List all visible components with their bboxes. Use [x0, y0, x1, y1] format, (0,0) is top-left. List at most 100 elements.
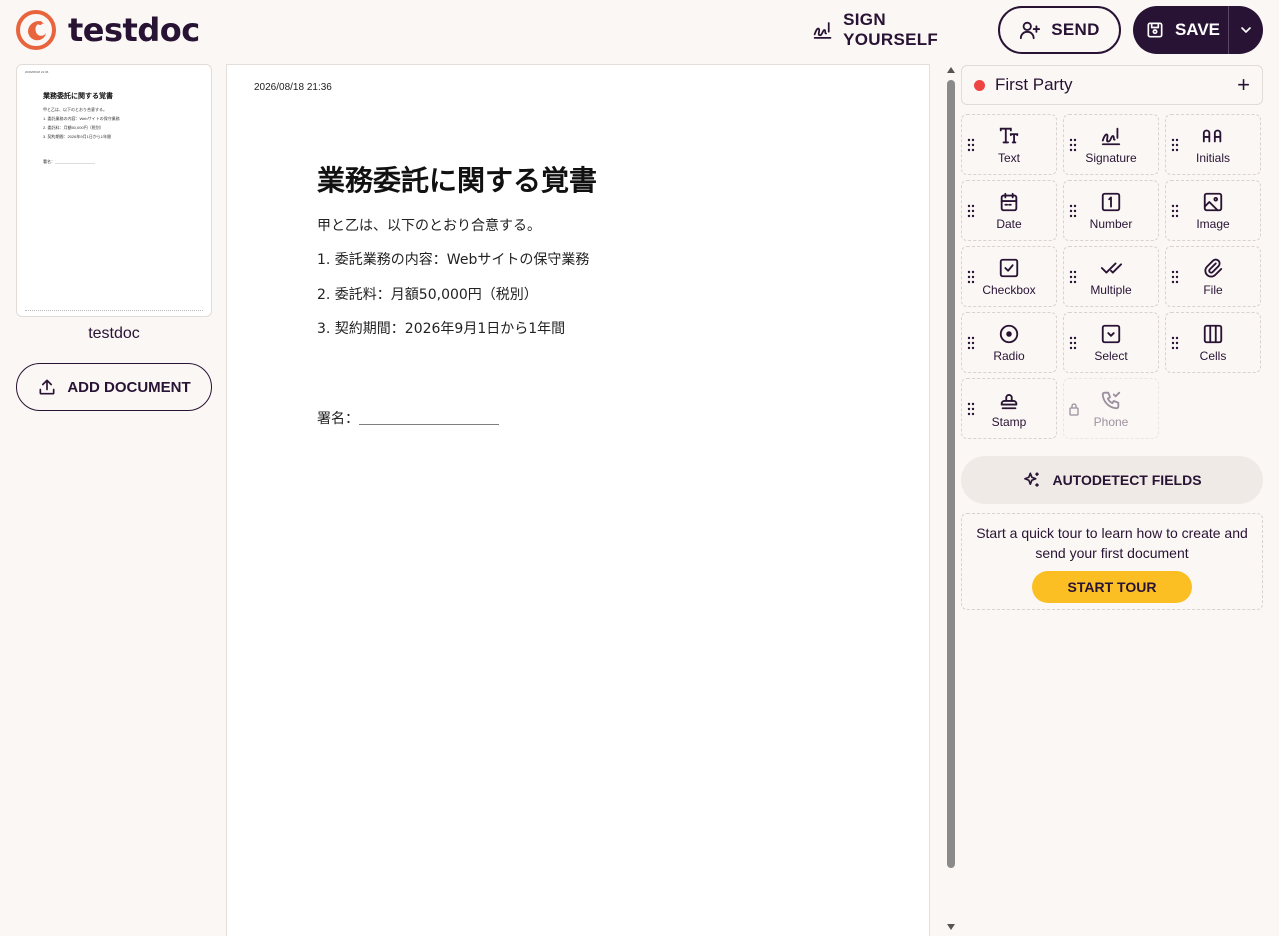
lock-icon: [1069, 402, 1079, 416]
scrollbar-thumb[interactable]: [947, 80, 955, 868]
add-party-icon[interactable]: +: [1237, 74, 1250, 96]
field-palette: Text Signature Initials Date Number Imag…: [961, 114, 1263, 439]
drag-handle-icon[interactable]: [967, 270, 975, 284]
field-number[interactable]: Number: [1063, 180, 1159, 241]
image-icon: [1203, 192, 1223, 211]
save-button[interactable]: SAVE: [1133, 6, 1229, 54]
sparkles-icon: [1024, 472, 1040, 487]
save-label: SAVE: [1174, 20, 1221, 39]
drag-handle-icon[interactable]: [967, 204, 975, 218]
send-label: SEND: [1051, 20, 1100, 39]
field-checkbox[interactable]: Checkbox: [961, 246, 1057, 307]
signature-icon: [813, 22, 832, 39]
calendar-icon: [1000, 192, 1018, 211]
drag-handle-icon[interactable]: [1171, 336, 1179, 350]
document-line: 甲と乙は、以下のとおり合意する。: [317, 218, 541, 234]
multiple-check-icon: [1100, 262, 1122, 273]
drag-handle-icon[interactable]: [1171, 270, 1179, 284]
app-name: testdoc: [68, 11, 200, 49]
text-icon: [999, 127, 1019, 143]
party-color-dot: [974, 79, 985, 91]
thumbnail-line: 1. 委託業務の内容：Webサイトの保守業務: [43, 116, 120, 121]
field-label: Cells: [1199, 348, 1227, 363]
document-scrollbar[interactable]: [944, 64, 958, 936]
signature-line: 署名：＿＿＿＿＿＿＿＿＿＿: [317, 411, 499, 427]
save-options-dropdown[interactable]: [1229, 6, 1263, 54]
document-line: 3. 契約期間：2026年9月1日から1年間: [317, 321, 566, 337]
field-date[interactable]: Date: [961, 180, 1057, 241]
party-name: First Party: [995, 75, 1073, 94]
drag-handle-icon[interactable]: [1171, 138, 1179, 152]
checkbox-icon: [999, 258, 1019, 277]
drag-handle-icon[interactable]: [967, 402, 975, 416]
field-label: Number: [1089, 216, 1133, 231]
field-label: Image: [1196, 216, 1230, 231]
chevron-down-icon: [1241, 27, 1251, 34]
party-selector[interactable]: First Party +: [961, 65, 1263, 105]
field-label: Date: [996, 216, 1022, 231]
tour-description: Start a quick tour to learn how to creat…: [976, 525, 1248, 561]
select-icon: [1101, 324, 1121, 343]
thumbnail-line: 甲と乙は、以下のとおり合意する。: [43, 107, 107, 112]
field-multiple[interactable]: Multiple: [1063, 246, 1159, 307]
drag-handle-icon[interactable]: [967, 336, 975, 350]
drag-handle-icon[interactable]: [967, 138, 975, 152]
field-label: Signature: [1085, 150, 1137, 165]
add-document-label: ADD DOCUMENT: [67, 378, 191, 396]
field-label: Checkbox: [982, 282, 1036, 297]
document-title: 業務委託に関する覚書: [317, 164, 598, 197]
document-line: 2. 委託料：月額50,000円（税別）: [317, 287, 538, 303]
autodetect-fields-button[interactable]: AUTODETECT FIELDS: [961, 456, 1263, 504]
drag-handle-icon[interactable]: [1069, 204, 1077, 218]
field-label: Text: [997, 150, 1020, 165]
document-name: testdoc: [88, 325, 140, 342]
field-cells[interactable]: Cells: [1165, 312, 1261, 373]
document-thumbnail[interactable]: 2026/08/18 21:36 業務委託に関する覚書 甲と乙は、以下のとおり合…: [16, 64, 212, 317]
start-tour-button[interactable]: START TOUR: [1032, 571, 1192, 603]
drag-handle-icon[interactable]: [1069, 138, 1077, 152]
field-phone: Phone: [1063, 378, 1159, 439]
field-label: Initials: [1195, 150, 1230, 165]
sign-yourself-label: SIGN YOURSELF: [843, 10, 939, 49]
upload-icon: [39, 379, 55, 395]
add-document-button[interactable]: ADD DOCUMENT: [16, 363, 212, 411]
initials-icon: [1202, 129, 1222, 142]
radio-icon: [999, 324, 1019, 343]
document-page[interactable]: 2026/08/18 21:36 業務委託に関する覚書 甲と乙は、以下のとおり合…: [226, 64, 930, 936]
field-label: Select: [1094, 348, 1128, 363]
field-initials[interactable]: Initials: [1165, 114, 1261, 175]
field-file[interactable]: File: [1165, 246, 1261, 307]
drag-handle-icon[interactable]: [1069, 336, 1077, 350]
stamp-icon: [1000, 393, 1018, 409]
add-user-icon: [1020, 21, 1041, 40]
thumbnail-date: 2026/08/18 21:36: [25, 70, 49, 74]
thumbnail-signature: 署名：＿＿＿＿＿＿＿＿＿＿: [43, 159, 95, 164]
field-radio[interactable]: Radio: [961, 312, 1057, 373]
thumbnail-footer: [25, 310, 203, 311]
field-text[interactable]: Text: [961, 114, 1057, 175]
field-label: Radio: [993, 348, 1025, 363]
field-label: File: [1203, 282, 1223, 297]
send-button[interactable]: SEND: [998, 6, 1121, 54]
save-button-group: SAVE: [1133, 6, 1263, 54]
paperclip-icon: [1204, 258, 1223, 277]
autodetect-label: AUTODETECT FIELDS: [1052, 472, 1202, 488]
field-label: Multiple: [1090, 282, 1132, 297]
field-image[interactable]: Image: [1165, 180, 1261, 241]
thumbnail-title: 業務委託に関する覚書: [43, 93, 113, 100]
logo-icon: [16, 10, 56, 50]
scroll-up-arrow[interactable]: [947, 67, 955, 73]
drag-handle-icon[interactable]: [1171, 204, 1179, 218]
save-icon: [1147, 22, 1163, 38]
field-label: Stamp: [991, 414, 1027, 429]
field-select[interactable]: Select: [1063, 312, 1159, 373]
sign-yourself-button[interactable]: SIGN YOURSELF: [812, 8, 980, 52]
field-signature[interactable]: Signature: [1063, 114, 1159, 175]
field-stamp[interactable]: Stamp: [961, 378, 1057, 439]
cells-icon: [1203, 324, 1223, 343]
thumbnail-line: 2. 委託料：月額50,000円（税別）: [43, 125, 104, 130]
app-logo[interactable]: testdoc: [16, 10, 200, 50]
scroll-down-arrow[interactable]: [947, 924, 955, 930]
page-timestamp: 2026/08/18 21:36: [254, 82, 332, 93]
drag-handle-icon[interactable]: [1069, 270, 1077, 284]
